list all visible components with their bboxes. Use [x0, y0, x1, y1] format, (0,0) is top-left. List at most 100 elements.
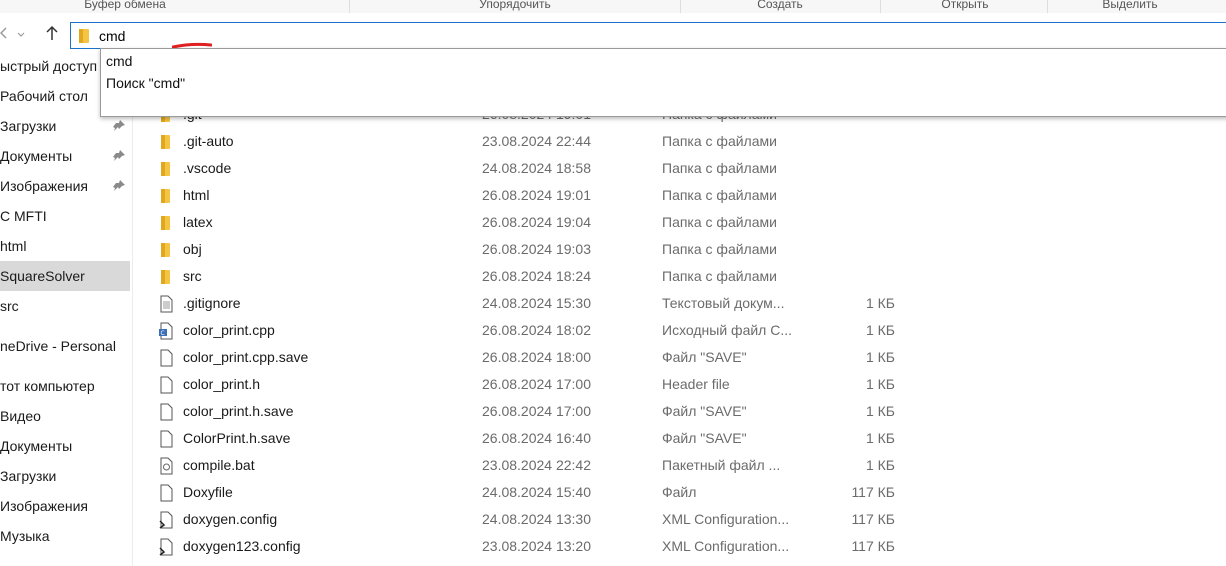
file-name: latex [183, 214, 213, 230]
file-list: .git26.08.2024 19:01Папка с файлами.git-… [133, 100, 1226, 566]
pin-icon[interactable] [112, 149, 126, 163]
pin-icon[interactable] [112, 119, 126, 133]
recent-locations-button[interactable] [16, 26, 26, 46]
file-modified-date: 23.08.2024 22:42 [482, 457, 591, 473]
file-row[interactable]: obj 26.08.2024 19:03 Папка с файлами [133, 236, 1226, 263]
file-name: .vscode [183, 160, 232, 176]
file-row[interactable]: .vscode 24.08.2024 18:58 Папка с файлами [133, 155, 1226, 182]
sidebar-item[interactable]: src [0, 291, 130, 321]
ribbon-divider [349, 0, 350, 13]
batch-file-icon [160, 457, 173, 475]
file-row[interactable]: src 26.08.2024 18:24 Папка с файлами [133, 263, 1226, 290]
file-row[interactable]: doxygen.config 24.08.2024 13:30 XML Config… [133, 506, 1226, 533]
ribbon-divider [880, 0, 881, 13]
file-modified-date: 26.08.2024 19:04 [482, 214, 591, 230]
sidebar-item[interactable]: Документы [0, 141, 130, 171]
arrow-up-icon [46, 25, 58, 40]
sidebar-item-label: тот компьютер [0, 378, 95, 394]
text-file-icon [160, 295, 173, 313]
file-icon [160, 430, 173, 448]
file-name: doxygen.config [183, 511, 278, 527]
file-row[interactable]: Ccolor_print.cpp 26.08.2024 18:02 Исходный… [133, 317, 1226, 344]
config-file-icon [159, 511, 173, 529]
file-modified-date: 24.08.2024 13:30 [482, 511, 591, 527]
ribbon-bar: Буфер обмена Упорядочить Создать Открыть… [0, 0, 1226, 13]
sidebar-item[interactable]: Документы [0, 431, 130, 461]
file-type: Header file [662, 376, 730, 392]
ribbon-group-new: Создать [757, 0, 803, 11]
pin-icon[interactable] [112, 179, 126, 193]
address-bar[interactable] [70, 22, 1226, 49]
file-row[interactable]: html 26.08.2024 19:01 Папка с файлами [133, 182, 1226, 209]
ribbon-divider [1047, 0, 1048, 13]
ribbon-group-open: Открыть [941, 0, 989, 11]
file-size: 117 КБ [851, 538, 895, 554]
file-row[interactable]: color_print.cpp.save 26.08.2024 18:00 Файл… [133, 344, 1226, 371]
navigation-pane: ыстрый доступ Рабочий стол Загрузки Докумен… [0, 57, 132, 566]
sidebar-item[interactable]: Музыка [0, 521, 130, 551]
file-name: color_print.h [183, 376, 261, 392]
sidebar-item[interactable]: Загрузки [0, 461, 130, 491]
sidebar-item[interactable]: Изображения [0, 171, 130, 201]
file-name: html [183, 187, 210, 203]
chevron-down-icon [17, 32, 25, 37]
file-size: 1 КБ [865, 457, 895, 473]
file-type: Пакетный файл ... [662, 457, 781, 473]
file-type: Папка с файлами [662, 160, 777, 176]
sidebar-item[interactable]: neDrive - Personal [0, 331, 130, 361]
file-type: Текстовый докум... [662, 295, 785, 311]
up-button[interactable] [45, 25, 59, 47]
file-modified-date: 24.08.2024 15:30 [482, 295, 591, 311]
folder-icon [161, 216, 170, 230]
sidebar-item-label: Музыка [0, 528, 50, 544]
sidebar-item[interactable]: Видео [0, 401, 130, 431]
file-row[interactable]: latex 26.08.2024 19:04 Папка с файлами [133, 209, 1226, 236]
file-row[interactable]: color_print.h.save 26.08.2024 17:00 Файл "… [133, 398, 1226, 425]
file-row[interactable]: compile.bat 23.08.2024 22:42 Пакетный файл… [133, 452, 1226, 479]
back-button[interactable] [0, 26, 8, 46]
autocomplete-item-cmd[interactable]: cmd [106, 51, 132, 71]
ribbon-group-organize: Упорядочить [479, 0, 551, 11]
file-size: 1 КБ [865, 376, 895, 392]
file-icon [160, 484, 173, 502]
file-modified-date: 26.08.2024 16:40 [482, 430, 591, 446]
ribbon-group-clipboard: Буфер обмена [84, 0, 166, 11]
file-type: Папка с файлами [662, 268, 777, 284]
file-row[interactable]: .gitignore 24.08.2024 15:30 Текстовый доку… [133, 290, 1226, 317]
file-row[interactable]: ColorPrint.h.save 26.08.2024 16:40 Файл "S… [133, 425, 1226, 452]
file-size: 1 КБ [865, 295, 895, 311]
sidebar-item-label: C MFTI [0, 208, 47, 224]
file-row[interactable]: .git-auto 23.08.2024 22:44 Папка с файлами [133, 128, 1226, 155]
folder-icon [79, 29, 89, 43]
file-modified-date: 26.08.2024 17:00 [482, 376, 591, 392]
file-type: Исходный файл C... [662, 322, 793, 338]
file-type: XML Configuration... [662, 511, 790, 527]
autocomplete-item-search[interactable]: Поиск "cmd" [106, 73, 185, 93]
folder-icon [161, 135, 170, 149]
sidebar-item-label: Загрузки [0, 118, 57, 134]
file-name: src [183, 268, 202, 284]
sidebar-item[interactable]: C MFTI [0, 201, 130, 231]
file-size: 1 КБ [865, 349, 895, 365]
file-modified-date: 23.08.2024 22:44 [482, 133, 591, 149]
file-type: Файл "SAVE" [662, 349, 747, 365]
file-type: Папка с файлами [662, 241, 777, 257]
sidebar-item-label: html [0, 238, 27, 254]
file-row[interactable]: Doxyfile 24.08.2024 15:40 Файл 117 КБ [133, 479, 1226, 506]
sidebar-item-label: Видео [0, 408, 41, 424]
file-name: Doxyfile [183, 484, 233, 500]
file-modified-date: 26.08.2024 19:03 [482, 241, 591, 257]
file-row[interactable]: doxygen123.config 23.08.2024 13:20 XML Con… [133, 533, 1226, 560]
sidebar-item-label: SquareSolver [0, 268, 85, 284]
file-name: obj [183, 241, 202, 257]
sidebar-item[interactable]: html [0, 231, 130, 261]
folder-icon [161, 243, 170, 257]
file-size: 117 КБ [851, 511, 895, 527]
sidebar-item[interactable]: SquareSolver [0, 261, 130, 291]
file-row[interactable]: color_print.h 26.08.2024 17:00 Header file… [133, 371, 1226, 398]
file-name: ColorPrint.h.save [183, 430, 291, 446]
sidebar-item[interactable]: Изображения [0, 491, 130, 521]
sidebar-item[interactable]: тот компьютер [0, 371, 130, 401]
sidebar-item-label: Изображения [0, 178, 88, 194]
folder-icon [161, 189, 170, 203]
